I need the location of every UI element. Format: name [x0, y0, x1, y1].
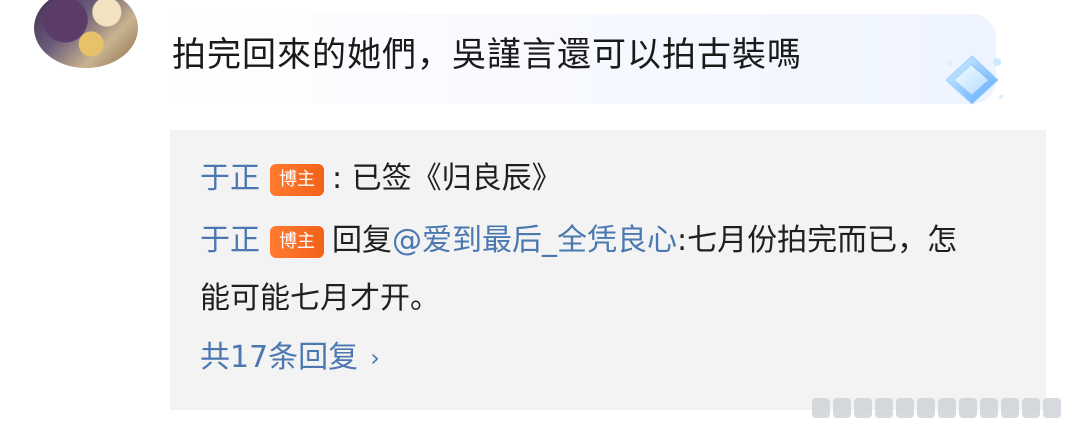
- watermark-block: [896, 398, 914, 418]
- watermark-block: [917, 398, 935, 418]
- avatar[interactable]: [34, 0, 138, 68]
- author-tag: 博主: [270, 225, 324, 258]
- watermark-block: [875, 398, 893, 418]
- watermark-block: [812, 398, 830, 418]
- reply-item: 于正 博主 回复@爱到最后_全凭良心:七月份拍完而已，怎能可能七月才开。: [200, 212, 970, 328]
- watermark-block: [959, 398, 977, 418]
- watermark: [812, 398, 1061, 418]
- comment-text: 拍完回來的她們，吳謹言還可以拍古裝嗎: [172, 35, 802, 75]
- watermark-block: [1001, 398, 1019, 418]
- mention-link[interactable]: @爱到最后_全凭良心: [392, 223, 677, 258]
- diamond-badge-icon: [945, 55, 1003, 105]
- more-replies-label: 共17条回复: [200, 340, 359, 375]
- reply-prefix: 回复: [332, 223, 392, 258]
- reply-item: 于正 博主: 已签《归良辰》: [200, 150, 562, 208]
- reply-author[interactable]: 于正: [200, 223, 260, 258]
- watermark-block: [833, 398, 851, 418]
- watermark-block: [1022, 398, 1040, 418]
- reply-author[interactable]: 于正: [200, 161, 260, 196]
- watermark-block: [1043, 398, 1061, 418]
- watermark-block: [980, 398, 998, 418]
- reply-text: : 已签《归良辰》: [332, 161, 562, 196]
- chevron-right-icon: ›: [370, 344, 380, 372]
- author-tag: 博主: [270, 163, 324, 196]
- watermark-block: [854, 398, 872, 418]
- watermark-block: [938, 398, 956, 418]
- more-replies-link[interactable]: 共17条回复 ›: [200, 333, 380, 383]
